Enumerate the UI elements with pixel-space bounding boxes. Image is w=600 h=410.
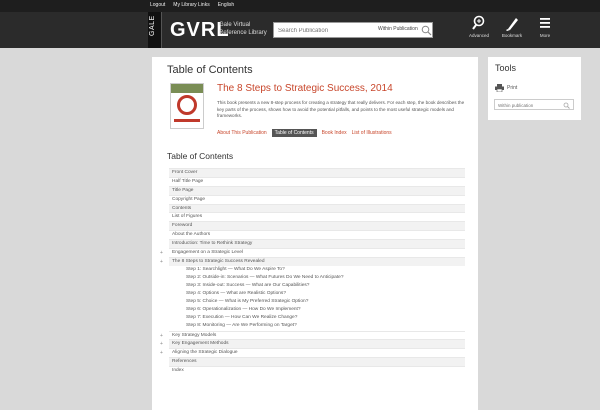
- toc-subitem[interactable]: Step 4: Options — What are Realistic Opt…: [169, 290, 465, 298]
- toc-subheading: Table of Contents: [167, 151, 234, 161]
- toc-item-label: Front Cover: [172, 170, 198, 175]
- search-input[interactable]: [278, 25, 370, 36]
- toc-item-label: List of Figures: [172, 214, 203, 220]
- book-nav: About This Publication Table of Contents…: [217, 129, 392, 137]
- toc-item[interactable]: + Engagement on a Strategic Level: [160, 248, 465, 257]
- expand-icon[interactable]: +: [160, 349, 163, 358]
- brand-subtitle: Gale Virtual Reference Library: [219, 22, 267, 36]
- toc-subitem[interactable]: Step 5: Choice — What is My Preferred St…: [169, 298, 465, 306]
- toc-item-label: Foreword: [172, 223, 193, 229]
- expand-icon[interactable]: +: [160, 249, 163, 258]
- expand-icon[interactable]: +: [160, 332, 163, 341]
- toc-item-label: Step 4: Options — What are Realistic Opt…: [186, 291, 286, 297]
- utility-bar: Logout My Library Links English: [0, 0, 600, 12]
- tools-panel: Tools Print: [488, 57, 581, 120]
- toc-item-label: Key Engagement Methods: [172, 341, 229, 347]
- toc-item[interactable]: Front Cover: [169, 168, 465, 177]
- print-button[interactable]: Print: [495, 84, 517, 92]
- toc-item-label: About the Authors: [172, 232, 211, 238]
- toc-item[interactable]: + Aligning the Strategic Dialogue: [160, 348, 465, 357]
- toc-item-label: Step 6: Operationalization — How Do We I…: [186, 307, 301, 313]
- search-icon[interactable]: [563, 102, 570, 109]
- cover-bottom-band: [174, 119, 200, 122]
- bookmark-icon: [506, 18, 518, 31]
- toc-item-label: The 8 Steps to Strategic Success Reveale…: [172, 258, 265, 264]
- bookmark-label: Bookmark: [501, 33, 523, 38]
- more-label: More: [539, 33, 551, 38]
- cover-circle-graphic: [177, 95, 197, 115]
- my-library-links-link[interactable]: My Library Links: [173, 1, 209, 9]
- table-of-contents-link[interactable]: Table of Contents: [271, 129, 317, 137]
- toc-item[interactable]: Title Page: [169, 185, 465, 195]
- book-title: The 8 Steps to Strategic Success, 2014: [217, 83, 393, 94]
- toc-item-label: Engagement on a Strategic Level: [172, 250, 243, 256]
- toc-item-label: Step 5: Choice — What is My Preferred St…: [186, 299, 309, 305]
- toc-subitem[interactable]: Step 6: Operationalization — How Do We I…: [169, 306, 465, 314]
- language-link[interactable]: English: [218, 1, 234, 9]
- header-tools: Advanced Bookmark More: [468, 15, 556, 45]
- toc-item-label: Index: [172, 368, 184, 374]
- list-of-illustrations-link[interactable]: List of Illustrations: [352, 130, 392, 136]
- toc-item[interactable]: About the Authors: [169, 230, 465, 239]
- gale-label: GALE: [149, 15, 156, 36]
- toc-item[interactable]: References: [169, 357, 465, 367]
- toc-item-label: Introduction: Time to Rethink Strategy: [172, 241, 253, 247]
- toc-item-label: Contents: [172, 205, 192, 211]
- book-cover-image: [170, 83, 204, 129]
- page-title: Table of Contents: [167, 64, 253, 76]
- toc-item-label: Step 7: Execution — How Can We Realize C…: [186, 315, 298, 321]
- toc-item-label: Half Title Page: [172, 178, 204, 184]
- toc-list: Front Cover Half Title Page Title Page Copy…: [160, 168, 465, 375]
- toc-item-label: Step 3: Inside-out: Success — What are O…: [186, 282, 310, 288]
- expand-icon[interactable]: +: [160, 258, 163, 267]
- logout-link[interactable]: Logout: [150, 1, 165, 9]
- toc-subitem[interactable]: Step 1: Searchlight — What Do We Aspire …: [169, 266, 465, 274]
- toc-item[interactable]: + The 8 Steps to Strategic Success Reveal…: [160, 256, 465, 266]
- toc-item[interactable]: Introduction: Time to Rethink Strategy: [169, 239, 465, 249]
- toc-item[interactable]: Foreword: [169, 221, 465, 231]
- print-label: Print: [507, 85, 518, 91]
- print-icon: [495, 84, 504, 92]
- toc-subitem[interactable]: Step 3: Inside-out: Success — What are O…: [169, 282, 465, 290]
- toc-item[interactable]: Index: [169, 366, 465, 375]
- toc-item[interactable]: List of Figures: [169, 212, 465, 221]
- advanced-search-button[interactable]: Advanced: [468, 15, 490, 45]
- bookmark-button[interactable]: Bookmark: [501, 15, 523, 45]
- site-header: GALE GVRL Gale Virtual Reference Library…: [0, 12, 600, 48]
- toc-item-label: Step 1: Searchlight — What Do We Aspire …: [186, 266, 285, 272]
- toc-item-label: Title Page: [172, 187, 194, 193]
- toc-item[interactable]: + Key Engagement Methods: [160, 339, 465, 349]
- utility-links: Logout My Library Links English: [150, 1, 234, 9]
- toc-subitem[interactable]: Step 2: Outside-in: Scenarios — What Fut…: [169, 274, 465, 282]
- toc-item-label: References: [172, 359, 197, 365]
- toc-item[interactable]: Half Title Page: [169, 176, 465, 186]
- toc-item-label: Aligning the Strategic Dialogue: [172, 350, 238, 356]
- toc-item[interactable]: Copyright Page: [169, 194, 465, 204]
- hamburger-menu-icon: [540, 18, 550, 28]
- book-description: This book presents a new 8-step process …: [217, 100, 465, 118]
- gale-logo[interactable]: GALE: [148, 12, 162, 48]
- search-icon[interactable]: [420, 24, 433, 37]
- toc-item-label: Step 8: Monitoring — Are We Performing o…: [186, 323, 297, 329]
- search-scope-select[interactable]: Within Publication: [378, 26, 418, 32]
- toc-item-label: Step 2: Outside-in: Scenarios — What Fut…: [186, 274, 344, 280]
- within-publication-search: [494, 99, 574, 110]
- toc-subitem[interactable]: Step 7: Execution — How Can We Realize C…: [169, 314, 465, 322]
- cover-top-band: [171, 84, 203, 93]
- toc-subitem[interactable]: Step 8: Monitoring — Are We Performing o…: [169, 322, 465, 330]
- tools-title: Tools: [495, 63, 517, 73]
- about-publication-link[interactable]: About This Publication: [217, 130, 267, 136]
- advanced-search-icon: [472, 15, 485, 30]
- publication-search: Within Publication: [273, 22, 433, 38]
- toc-item[interactable]: Contents: [169, 203, 465, 213]
- more-menu-button[interactable]: More: [534, 15, 556, 45]
- book-index-link[interactable]: Book Index: [322, 130, 347, 136]
- main-content: Table of Contents The 8 Steps to Strateg…: [152, 57, 478, 410]
- toc-item-label: Key Strategy Models: [172, 332, 217, 338]
- toc-item-label: Copyright Page: [172, 196, 206, 202]
- within-publication-input[interactable]: [498, 101, 558, 109]
- expand-icon[interactable]: +: [160, 340, 163, 349]
- advanced-label: Advanced: [468, 33, 489, 38]
- toc-item[interactable]: + Key Strategy Models: [160, 330, 465, 340]
